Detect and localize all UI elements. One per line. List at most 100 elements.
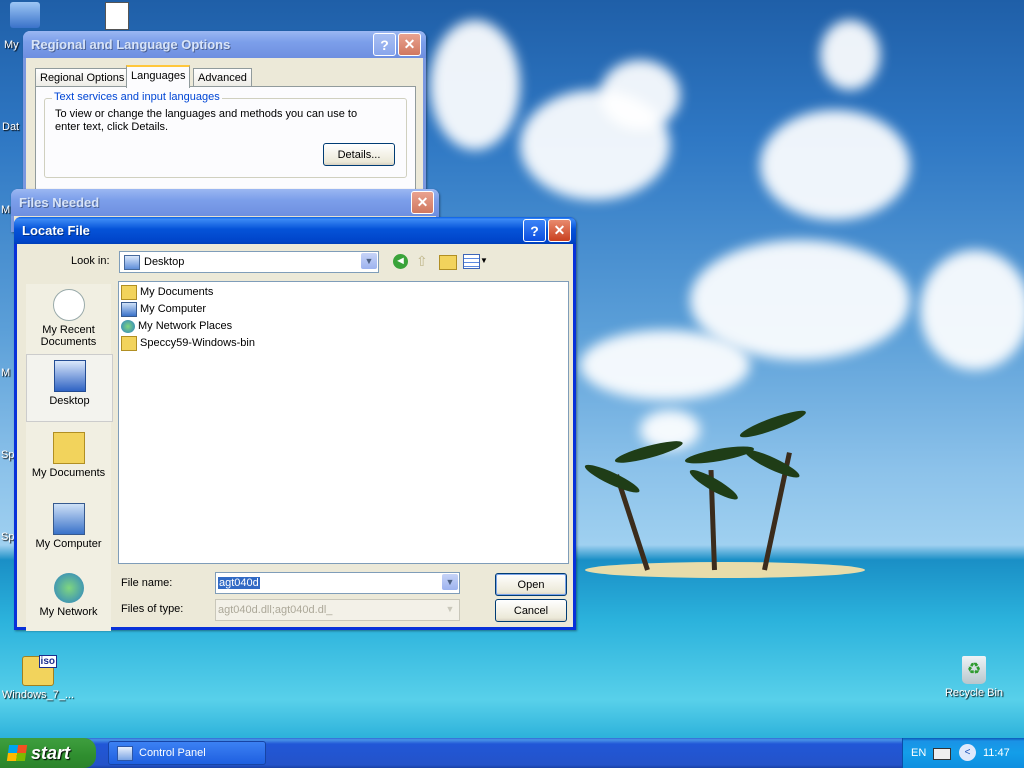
control-panel-icon <box>117 745 133 761</box>
chevron-down-icon[interactable]: ▼ <box>361 253 377 269</box>
clock[interactable]: 11:47 <box>983 747 1010 759</box>
place-my-recent-documents[interactable]: My Recent Documents <box>26 284 111 354</box>
dialog-title: Locate File <box>22 223 90 238</box>
recycle-bin-icon: ♻ <box>962 656 986 684</box>
desktop-icon <box>124 254 140 270</box>
desktop-icon-label-6[interactable]: Sp <box>1 531 15 543</box>
place-my-documents[interactable]: My Documents <box>26 427 111 493</box>
file-list[interactable]: My Documents My Computer My Network Plac… <box>118 281 569 564</box>
desktop-icon <box>53 360 86 392</box>
taskbar-item-label: Control Panel <box>139 747 206 759</box>
close-button[interactable]: ✕ <box>398 33 421 56</box>
file-type-value: agt040d.dll;agt040d.dl_ <box>218 604 333 616</box>
place-label: My Network <box>39 606 98 618</box>
file-name-value: agt040d <box>218 577 260 589</box>
help-button[interactable]: ? <box>373 33 396 56</box>
network-places-icon <box>121 319 135 333</box>
details-button[interactable]: Details... <box>323 143 395 166</box>
chevron-down-icon[interactable]: ▼ <box>442 574 458 590</box>
file-type-dropdown: agt040d.dll;agt040d.dl_ ▼ <box>215 599 460 621</box>
place-desktop[interactable]: Desktop <box>26 354 113 422</box>
file-item-label: My Network Places <box>138 320 233 332</box>
view-menu-button[interactable]: ▼ <box>463 254 488 269</box>
folder-documents-icon <box>121 284 137 300</box>
desktop-icon-label-1[interactable]: My <box>4 39 24 51</box>
view-menu-icon <box>463 254 480 269</box>
desktop-icon-windows-iso[interactable]: iso Windows_7_... <box>0 655 76 701</box>
file-item-my-documents[interactable]: My Documents <box>121 284 213 300</box>
tab-regional-options[interactable]: Regional Options <box>35 68 130 87</box>
keyboard-icon[interactable] <box>933 748 951 760</box>
dialog-title: Regional and Language Options <box>31 37 231 52</box>
place-label: My Documents <box>31 467 106 479</box>
desktop-icon-label: Sp <box>1 449 15 461</box>
file-item-my-network-places[interactable]: My Network Places <box>121 318 232 334</box>
place-label: My Recent Documents <box>40 324 97 348</box>
start-button[interactable]: start <box>0 738 96 768</box>
file-item-label: Speccy59-Windows-bin <box>140 337 255 349</box>
tab-advanced[interactable]: Advanced <box>193 68 252 87</box>
file-item-label: My Documents <box>140 286 214 298</box>
desktop-icon-text-file[interactable] <box>100 2 134 33</box>
desktop-icon-label-5[interactable]: Sp <box>1 449 15 461</box>
desktop-icon-label: My <box>4 39 19 51</box>
group-label: Text services and input languages <box>52 91 222 103</box>
desktop-icon-label: M <box>1 367 11 379</box>
file-name-input[interactable]: agt040d ▼ <box>215 572 460 594</box>
look-in-label: Look in: <box>71 255 110 267</box>
recent-documents-icon <box>52 289 85 321</box>
locate-file-title-bar[interactable]: Locate File ? ✕ <box>14 217 576 244</box>
file-icon <box>105 2 129 30</box>
up-folder-button[interactable]: ⇧ <box>416 253 432 269</box>
places-bar: My Recent Documents Desktop My Documents… <box>26 284 113 631</box>
folder-icon <box>121 335 137 351</box>
desktop-icon-label-4[interactable]: M <box>1 367 13 379</box>
computer-icon <box>121 301 137 317</box>
files-needed-title-bar[interactable]: Files Needed ✕ <box>11 189 439 216</box>
my-computer-icon <box>52 503 85 535</box>
help-button[interactable]: ? <box>523 219 546 242</box>
place-label: My Computer <box>35 538 102 550</box>
place-my-computer[interactable]: My Computer <box>26 498 111 564</box>
iso-badge: iso <box>38 655 57 668</box>
desktop-icon-label-2[interactable]: Dat <box>2 121 24 133</box>
back-button[interactable]: ◄ <box>393 254 408 269</box>
desktop-icon-label: Recycle Bin <box>944 687 1004 699</box>
desktop-icon-recycle-bin[interactable]: ♻ Recycle Bin <box>934 656 1014 699</box>
dialog-title: Files Needed <box>19 195 100 210</box>
file-type-label: Files of type: <box>121 603 184 615</box>
cancel-button[interactable]: Cancel <box>495 599 567 622</box>
locate-file-dialog: Locate File ? ✕ Look in: Desktop ▼ ◄ ⇧ ▼… <box>14 217 576 631</box>
file-item-speccy59-windows-bin[interactable]: Speccy59-Windows-bin <box>121 335 255 351</box>
file-name-label: File name: <box>121 577 173 589</box>
taskbar-item-control-panel[interactable]: Control Panel <box>108 741 266 765</box>
tab-languages[interactable]: Languages <box>126 65 191 88</box>
desktop-icon-label: Windows_7_... <box>1 689 75 701</box>
show-hidden-icons-button[interactable]: < <box>959 744 976 761</box>
file-item-label: My Computer <box>140 303 207 315</box>
language-indicator[interactable]: EN <box>911 747 926 759</box>
my-network-icon <box>53 573 84 603</box>
new-folder-button[interactable] <box>439 255 457 270</box>
place-my-network[interactable]: My Network <box>26 568 111 631</box>
start-label: start <box>31 742 71 763</box>
taskbar: start Control Panel EN < 11:47 <box>0 738 1024 768</box>
close-button[interactable]: ✕ <box>548 219 571 242</box>
close-button[interactable]: ✕ <box>411 191 434 214</box>
chevron-down-icon: ▼ <box>480 256 488 265</box>
group-description: To view or change the languages and meth… <box>55 108 358 133</box>
computer-icon <box>10 2 40 28</box>
system-tray: EN < 11:47 <box>902 738 1024 768</box>
look-in-value: Desktop <box>144 256 185 268</box>
open-button[interactable]: Open <box>495 573 567 596</box>
place-label: Desktop <box>49 395 90 407</box>
desktop-icon-label: Sp <box>1 531 15 543</box>
my-documents-icon <box>52 432 85 464</box>
desktop-icon-my-computer[interactable] <box>0 2 50 31</box>
chevron-down-icon: ▼ <box>442 601 458 617</box>
look-in-dropdown[interactable]: Desktop ▼ <box>119 251 379 273</box>
file-item-my-computer[interactable]: My Computer <box>121 301 206 317</box>
desktop-icon-label: M <box>1 204 11 216</box>
regional-title-bar[interactable]: Regional and Language Options ? ✕ <box>23 31 426 58</box>
desktop-icon-label: Dat <box>2 121 20 133</box>
